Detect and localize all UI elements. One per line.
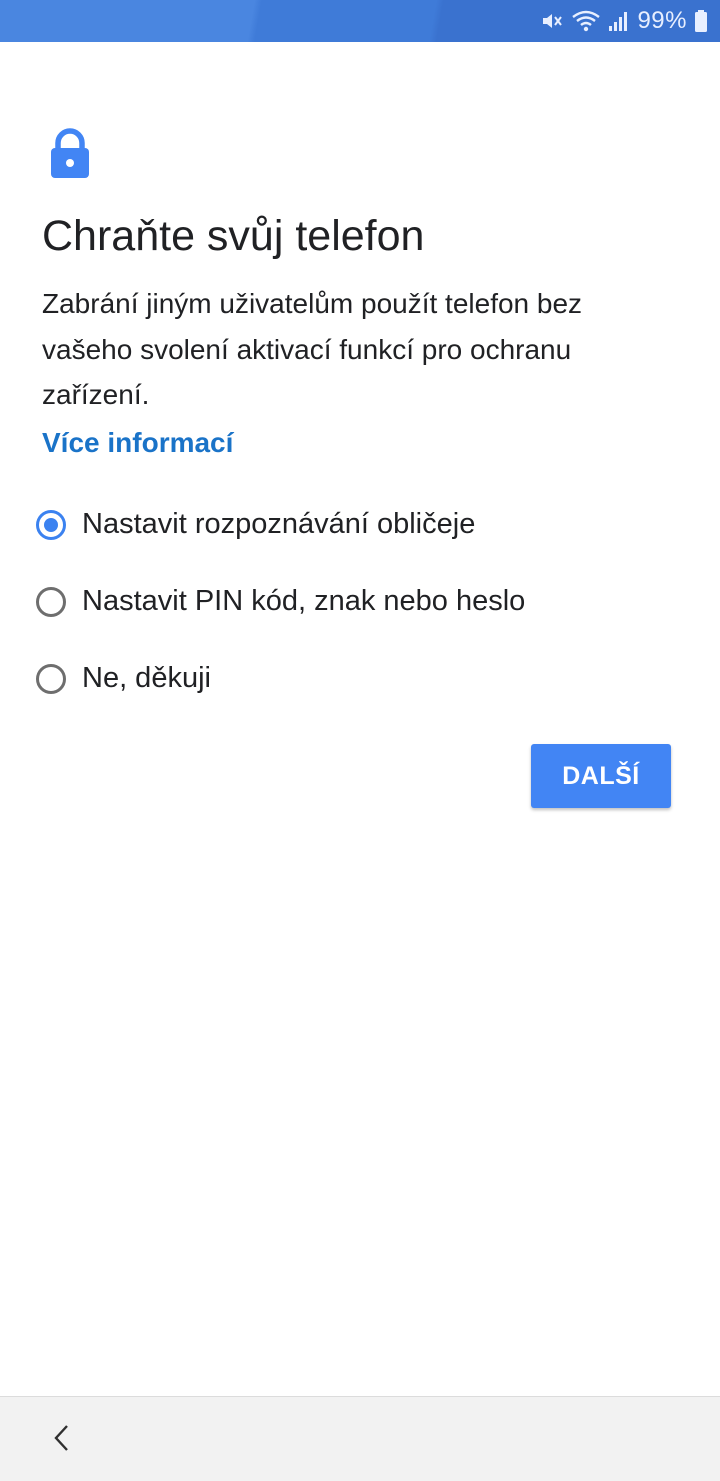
- page-title: Chraňte svůj telefon: [42, 212, 425, 260]
- next-button[interactable]: DALŠÍ: [531, 744, 671, 808]
- option-label: Ne, děkuji: [82, 662, 211, 694]
- lock-icon: [51, 128, 89, 178]
- wifi-icon: [572, 10, 601, 32]
- option-face-recognition[interactable]: Nastavit rozpoznávání obličeje: [36, 486, 676, 563]
- status-bar: 99%: [0, 0, 720, 42]
- status-icons: 99%: [540, 0, 708, 42]
- bottom-navigation: [0, 1396, 720, 1481]
- battery-percent: 99%: [637, 7, 687, 34]
- radio-button[interactable]: [36, 586, 66, 617]
- radio-button[interactable]: [36, 663, 66, 694]
- protection-options: Nastavit rozpoznávání obličeje Nastavit …: [36, 486, 676, 717]
- signal-icon: [609, 12, 628, 31]
- option-label: Nastavit rozpoznávání obličeje: [82, 508, 476, 540]
- radio-button-selected[interactable]: [36, 509, 66, 540]
- option-no-thanks[interactable]: Ne, děkuji: [36, 640, 676, 717]
- option-pin-pattern-password[interactable]: Nastavit PIN kód, znak nebo heslo: [36, 563, 676, 640]
- mute-icon: [543, 14, 563, 28]
- chevron-left-icon[interactable]: [50, 1423, 74, 1453]
- battery-icon: [695, 10, 707, 32]
- page-description: Zabrání jiným uživatelům použít telefon …: [42, 288, 583, 410]
- more-info-link[interactable]: Více informací: [42, 427, 233, 459]
- option-label: Nastavit PIN kód, znak nebo heslo: [82, 585, 526, 617]
